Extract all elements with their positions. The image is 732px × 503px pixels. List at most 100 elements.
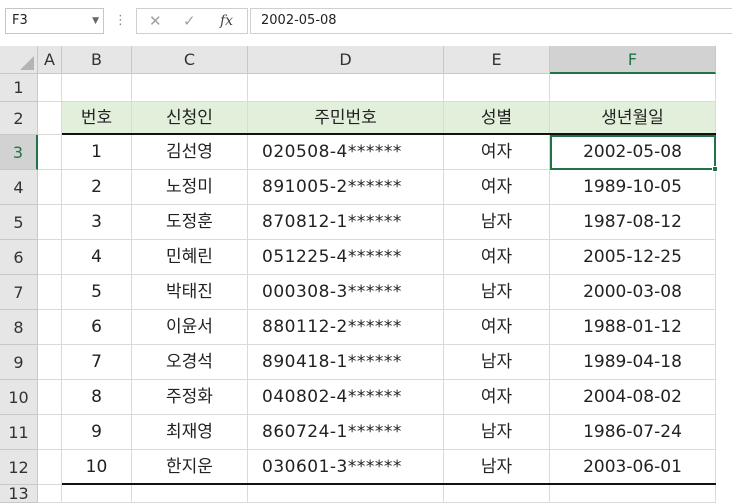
cell-c5[interactable]: 도정훈 [132, 205, 248, 240]
cell-e8[interactable]: 여자 [444, 310, 550, 345]
cell-c13[interactable] [132, 485, 248, 503]
cell-a9[interactable] [38, 345, 62, 380]
row-header-2[interactable]: 2 [0, 102, 38, 135]
cell-f6[interactable]: 2005-12-25 [550, 240, 716, 275]
cancel-icon[interactable]: ✕ [149, 9, 162, 33]
cell-a11[interactable] [38, 415, 62, 450]
cell-e4[interactable]: 여자 [444, 170, 550, 205]
formula-input[interactable]: 2002-05-08 [250, 8, 732, 34]
cell-e9[interactable]: 남자 [444, 345, 550, 380]
cell-e6[interactable]: 여자 [444, 240, 550, 275]
more-options-icon[interactable]: ⋮ [114, 10, 127, 32]
cell-f10[interactable]: 2004-08-02 [550, 380, 716, 415]
row-header-7[interactable]: 7 [0, 275, 38, 310]
select-all-corner[interactable] [0, 46, 38, 74]
cell-c10[interactable]: 주정화 [132, 380, 248, 415]
cell-c1[interactable] [132, 74, 248, 102]
cell-b8[interactable]: 6 [62, 310, 132, 345]
insert-function-icon[interactable]: fx [220, 9, 233, 33]
row-header-3[interactable]: 3 [0, 135, 38, 170]
row-header-4[interactable]: 4 [0, 170, 38, 205]
cell-d6[interactable]: 051225-4****** [248, 240, 444, 275]
row-header-13[interactable]: 13 [0, 485, 38, 503]
enter-icon[interactable]: ✓ [183, 9, 196, 33]
cell-b10[interactable]: 8 [62, 380, 132, 415]
row-header-1[interactable]: 1 [0, 74, 38, 102]
cell-f12[interactable]: 2003-06-01 [550, 450, 716, 485]
cell-a10[interactable] [38, 380, 62, 415]
cell-b5[interactable]: 3 [62, 205, 132, 240]
cell-d13[interactable] [248, 485, 444, 503]
cell-f7[interactable]: 2000-03-08 [550, 275, 716, 310]
cell-b7[interactable]: 5 [62, 275, 132, 310]
cell-e11[interactable]: 남자 [444, 415, 550, 450]
cell-f8[interactable]: 1988-01-12 [550, 310, 716, 345]
row-header-12[interactable]: 12 [0, 450, 38, 485]
column-header-d[interactable]: D [248, 46, 444, 74]
cell-a3[interactable] [38, 135, 62, 170]
cell-f11[interactable]: 1986-07-24 [550, 415, 716, 450]
column-header-f[interactable]: F [550, 46, 716, 74]
cell-a7[interactable] [38, 275, 62, 310]
cell-b12[interactable]: 10 [62, 450, 132, 485]
cell-a8[interactable] [38, 310, 62, 345]
cell-f4[interactable]: 1989-10-05 [550, 170, 716, 205]
row-header-6[interactable]: 6 [0, 240, 38, 275]
cell-c6[interactable]: 민혜린 [132, 240, 248, 275]
cell-f1[interactable] [550, 74, 716, 102]
row-header-11[interactable]: 11 [0, 415, 38, 450]
cell-c11[interactable]: 최재영 [132, 415, 248, 450]
column-header-b[interactable]: B [62, 46, 132, 74]
name-box[interactable]: F3 ▼ [5, 8, 104, 34]
cell-b13[interactable] [62, 485, 132, 503]
row-header-8[interactable]: 8 [0, 310, 38, 345]
column-header-e[interactable]: E [444, 46, 550, 74]
cell-d3[interactable]: 020508-4****** [248, 135, 444, 170]
cell-d5[interactable]: 870812-1****** [248, 205, 444, 240]
row-header-10[interactable]: 10 [0, 380, 38, 415]
cell-d9[interactable]: 890418-1****** [248, 345, 444, 380]
column-header-c[interactable]: C [132, 46, 248, 74]
cell-a13[interactable] [38, 485, 62, 503]
cell-e10[interactable]: 여자 [444, 380, 550, 415]
fill-handle[interactable] [712, 166, 718, 172]
cell-f9[interactable]: 1989-04-18 [550, 345, 716, 380]
cell-e1[interactable] [444, 74, 550, 102]
row-header-5[interactable]: 5 [0, 205, 38, 240]
cell-a4[interactable] [38, 170, 62, 205]
cell-c12[interactable]: 한지운 [132, 450, 248, 485]
cell-e3[interactable]: 여자 [444, 135, 550, 170]
cell-f2[interactable]: 생년월일 [550, 102, 716, 135]
cell-e7[interactable]: 남자 [444, 275, 550, 310]
cell-d10[interactable]: 040802-4****** [248, 380, 444, 415]
cell-c4[interactable]: 노정미 [132, 170, 248, 205]
cell-b11[interactable]: 9 [62, 415, 132, 450]
cell-d1[interactable] [248, 74, 444, 102]
cell-d8[interactable]: 880112-2****** [248, 310, 444, 345]
cell-d2[interactable]: 주민번호 [248, 102, 444, 135]
cell-b3[interactable]: 1 [62, 135, 132, 170]
cell-c2[interactable]: 신청인 [132, 102, 248, 135]
cell-e12[interactable]: 남자 [444, 450, 550, 485]
cell-d7[interactable]: 000308-3****** [248, 275, 444, 310]
cell-b6[interactable]: 4 [62, 240, 132, 275]
cell-c8[interactable]: 이윤서 [132, 310, 248, 345]
cell-f3[interactable]: 2002-05-08 [550, 135, 716, 170]
chevron-down-icon[interactable]: ▼ [92, 9, 99, 33]
cell-d11[interactable]: 860724-1****** [248, 415, 444, 450]
cell-f13[interactable] [550, 485, 716, 503]
column-header-a[interactable]: A [38, 46, 62, 74]
cell-a2[interactable] [38, 102, 62, 135]
cell-b9[interactable]: 7 [62, 345, 132, 380]
row-header-9[interactable]: 9 [0, 345, 38, 380]
cell-a5[interactable] [38, 205, 62, 240]
cell-a12[interactable] [38, 450, 62, 485]
cell-f5[interactable]: 1987-08-12 [550, 205, 716, 240]
cell-d4[interactable]: 891005-2****** [248, 170, 444, 205]
cell-a1[interactable] [38, 74, 62, 102]
cell-b4[interactable]: 2 [62, 170, 132, 205]
cell-e2[interactable]: 성별 [444, 102, 550, 135]
cell-e13[interactable] [444, 485, 550, 503]
cell-d12[interactable]: 030601-3****** [248, 450, 444, 485]
cell-c3[interactable]: 김선영 [132, 135, 248, 170]
